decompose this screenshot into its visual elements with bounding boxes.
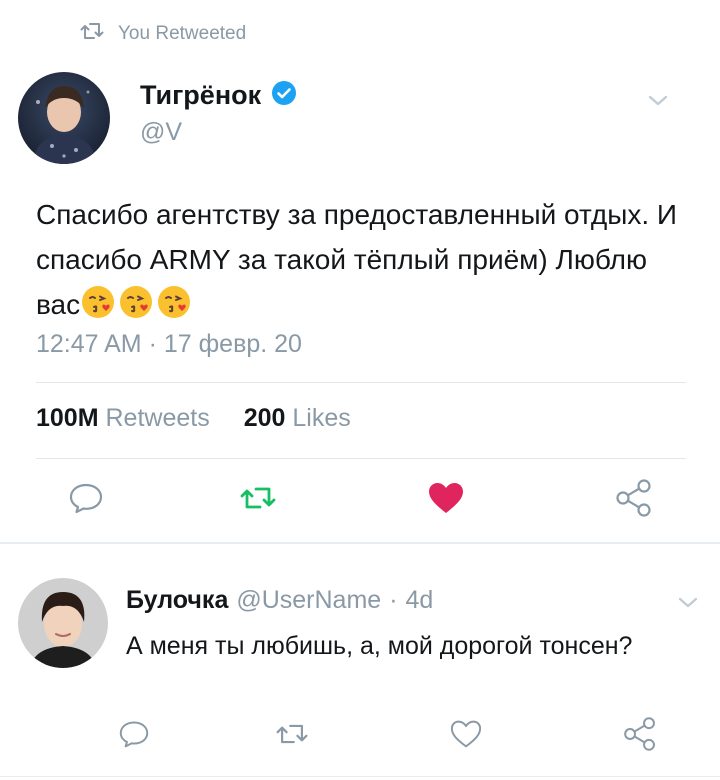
retweets-count: 100M [36, 404, 99, 432]
verified-badge-icon [271, 80, 297, 111]
reply-author-avatar[interactable] [18, 578, 108, 668]
kissing-face-icon [156, 284, 192, 320]
tweet-timestamp[interactable]: 12:47 AM · 17 февр. 20 [36, 330, 302, 359]
reply-reply-button[interactable] [112, 712, 156, 756]
author-name[interactable]: Тигрёнок [140, 80, 261, 111]
retweet-banner: You Retweeted [80, 20, 246, 48]
reply-share-button[interactable] [618, 712, 662, 756]
reply-retweet-button[interactable] [270, 712, 314, 756]
likes-label: Likes [292, 404, 351, 432]
retweets-stat[interactable]: 100M Retweets [36, 404, 210, 433]
reply-author-handle[interactable]: @UserName [236, 586, 381, 615]
reply-icon [119, 721, 149, 748]
tweet-stats: 100M Retweets 200 Likes [36, 404, 351, 433]
likes-stat[interactable]: 200 Likes [244, 404, 351, 433]
retweet-banner-label: You Retweeted [118, 23, 247, 44]
reply-author-name[interactable]: Булочка [126, 586, 228, 615]
retweet-button[interactable] [236, 476, 280, 520]
chevron-down-icon[interactable] [674, 592, 702, 617]
likes-count: 200 [243, 404, 286, 432]
section-divider [0, 542, 720, 544]
reply-separator: · [389, 586, 398, 614]
chevron-down-icon[interactable] [644, 90, 672, 115]
kissing-face-icon [118, 284, 154, 320]
reply-text: А меня ты любишь, а, мой дорогой тонсен? [126, 632, 633, 660]
retweets-label: Retweets [105, 404, 210, 432]
reply-like-button[interactable] [444, 712, 488, 756]
author-name-row: Тигрёнок [140, 80, 297, 111]
author-handle[interactable]: @V [140, 118, 182, 147]
tweet-text: Спасибо агентству за предоставленный отд… [36, 192, 686, 327]
reply-button[interactable] [64, 476, 108, 520]
share-icon [624, 717, 655, 751]
kissing-face-icon [80, 284, 116, 320]
retweet-icon [240, 487, 276, 509]
reply-age: 4d [405, 586, 434, 614]
reply-icon [69, 483, 103, 514]
reply-header: Булочка @UserName · 4d [126, 586, 433, 615]
heart-icon [429, 483, 463, 513]
retweet-icon [80, 22, 104, 46]
divider [36, 382, 686, 383]
divider [36, 458, 686, 459]
share-button[interactable] [612, 476, 656, 520]
heart-icon [450, 720, 482, 748]
retweet-icon [276, 724, 308, 744]
like-button[interactable] [424, 476, 468, 520]
bottom-divider [0, 776, 720, 777]
author-avatar[interactable] [18, 72, 110, 164]
share-icon [616, 479, 651, 517]
